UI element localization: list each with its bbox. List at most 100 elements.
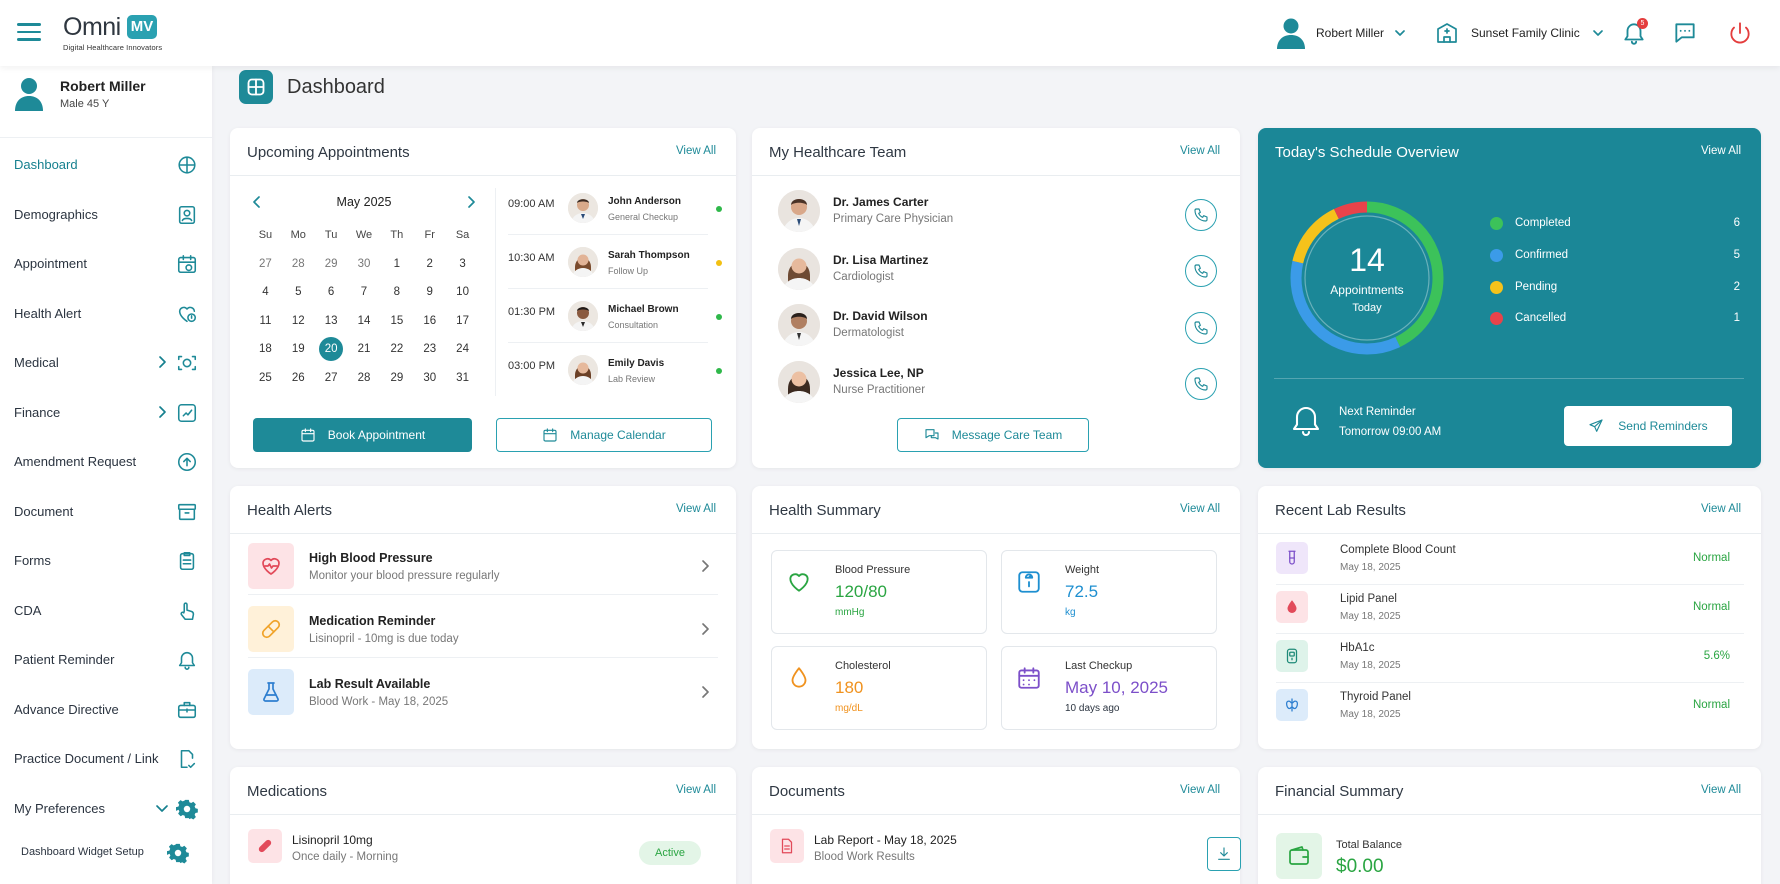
blood-pressure-tile[interactable]: Blood Pressure 120/80 mmHg <box>771 550 987 634</box>
calendar-day[interactable]: 8 <box>380 278 413 307</box>
cholesterol-tile[interactable]: Cholesterol 180 mg/dL <box>771 646 987 730</box>
calendar-day[interactable]: 18 <box>249 335 282 364</box>
calendar-day[interactable]: 10 <box>446 278 479 307</box>
appointment-item[interactable]: 10:30 AM Sarah Thompson Follow Up <box>508 235 722 289</box>
appointment-item[interactable]: 09:00 AM John Anderson General Checkup <box>508 181 722 235</box>
view-all-link[interactable]: View All <box>676 503 716 515</box>
calendar-day[interactable]: 27 <box>315 364 348 393</box>
medication-item[interactable]: Lisinopril 10mg Once daily - Morning Act… <box>248 825 718 871</box>
call-button[interactable] <box>1185 199 1217 231</box>
view-all-link[interactable]: View All <box>1180 145 1220 157</box>
dashboard-widget-setup[interactable]: Dashboard Widget Setup <box>21 843 189 864</box>
manage-calendar-button[interactable]: Manage Calendar <box>496 418 712 452</box>
calendar-day[interactable]: 22 <box>380 335 413 364</box>
user-menu[interactable]: Robert Miller <box>1276 15 1406 51</box>
logout-button[interactable] <box>1727 20 1753 46</box>
lab-result-item[interactable]: Lipid Panel May 18, 2025 Normal <box>1276 585 1744 634</box>
calendar-day[interactable]: 13 <box>315 307 348 336</box>
calendar-day[interactable]: 3 <box>446 250 479 279</box>
weight-tile[interactable]: Weight 72.5 kg <box>1001 550 1217 634</box>
lab-result-item[interactable]: Thyroid Panel May 18, 2025 Normal <box>1276 683 1744 732</box>
calendar-day[interactable]: 9 <box>413 278 446 307</box>
calendar-day[interactable]: 17 <box>446 307 479 336</box>
calendar-day[interactable]: 5 <box>282 278 315 307</box>
calendar-day[interactable]: 11 <box>249 307 282 336</box>
sidebar-item-health-alert[interactable]: Health Alert <box>0 289 212 339</box>
sidebar-item-forms[interactable]: Forms <box>0 536 212 586</box>
calendar-day[interactable]: 29 <box>315 250 348 279</box>
view-all-link[interactable]: View All <box>1180 784 1220 796</box>
calendar-day[interactable]: 31 <box>446 364 479 393</box>
team-member[interactable]: Jessica Lee, NP Nurse Practitioner <box>778 361 1178 407</box>
calendar-day[interactable]: 15 <box>380 307 413 336</box>
sidebar-item-amendment-request[interactable]: Amendment Request <box>0 437 212 487</box>
send-reminders-button[interactable]: Send Reminders <box>1564 406 1732 446</box>
alert-item[interactable]: Medication Reminder Lisinopril - 10mg is… <box>248 604 718 658</box>
sidebar-item-demographics[interactable]: Demographics <box>0 190 212 240</box>
app-logo[interactable]: Omni MV Digital Healthcare Innovators <box>63 14 173 52</box>
calendar-day[interactable]: 6 <box>315 278 348 307</box>
sidebar-item-cda[interactable]: CDA <box>0 586 212 636</box>
menu-icon[interactable] <box>17 23 41 41</box>
calendar-day[interactable]: 20 <box>315 335 348 364</box>
lab-result-item[interactable]: Complete Blood Count May 18, 2025 Normal <box>1276 536 1744 585</box>
view-all-link[interactable]: View All <box>1701 145 1741 157</box>
calendar-day[interactable]: 19 <box>282 335 315 364</box>
calendar-day[interactable]: 12 <box>282 307 315 336</box>
calendar-day[interactable]: 4 <box>249 278 282 307</box>
messages-button[interactable] <box>1672 20 1698 46</box>
document-item[interactable]: Lab Report - May 18, 2025 Blood Work Res… <box>770 825 1241 871</box>
sidebar-item-medical[interactable]: Medical <box>0 338 212 388</box>
calendar-day[interactable]: 26 <box>282 364 315 393</box>
team-member[interactable]: Dr. Lisa Martinez Cardiologist <box>778 248 1178 294</box>
message-care-team-button[interactable]: Message Care Team <box>897 418 1089 452</box>
calendar-day[interactable]: 25 <box>249 364 282 393</box>
calendar-day[interactable]: 7 <box>348 278 381 307</box>
calendar-day[interactable]: 16 <box>413 307 446 336</box>
download-button[interactable] <box>1207 837 1241 871</box>
calendar-day[interactable]: 24 <box>446 335 479 364</box>
calendar-day[interactable]: 30 <box>348 250 381 279</box>
calendar-day[interactable]: 29 <box>380 364 413 393</box>
appointment-item[interactable]: 01:30 PM Michael Brown Consultation <box>508 289 722 343</box>
appointment-item[interactable]: 03:00 PM Emily Davis Lab Review <box>508 343 722 397</box>
alert-item[interactable]: Lab Result Available Blood Work - May 18… <box>248 667 718 721</box>
calendar-day[interactable]: 2 <box>413 250 446 279</box>
calendar-day[interactable]: 21 <box>348 335 381 364</box>
lab-result-item[interactable]: HbA1c May 18, 2025 5.6% <box>1276 634 1744 683</box>
sidebar-item-my-preferences[interactable]: My Preferences <box>0 784 212 834</box>
team-member[interactable]: Dr. James Carter Primary Care Physician <box>778 190 1178 236</box>
calendar-day[interactable]: 27 <box>249 250 282 279</box>
calendar-day[interactable]: 28 <box>282 250 315 279</box>
calendar-day[interactable]: 30 <box>413 364 446 393</box>
calendar-day[interactable]: 23 <box>413 335 446 364</box>
notifications-button[interactable]: 5 <box>1621 18 1648 46</box>
chevron-left-icon[interactable] <box>249 194 265 210</box>
last-checkup-tile[interactable]: Last Checkup May 10, 2025 10 days ago <box>1001 646 1217 730</box>
calendar-day[interactable]: 1 <box>380 250 413 279</box>
team-member[interactable]: Dr. David Wilson Dermatologist <box>778 304 1178 350</box>
sidebar-item-practice-document-link[interactable]: Practice Document / Link <box>0 734 212 784</box>
clinic-selector[interactable]: Sunset Family Clinic <box>1435 18 1604 48</box>
sidebar-item-document[interactable]: Document <box>0 487 212 537</box>
sidebar-item-advance-directive[interactable]: Advance Directive <box>0 685 212 735</box>
view-all-link[interactable]: View All <box>1180 503 1220 515</box>
view-all-link[interactable]: View All <box>676 145 716 157</box>
call-button[interactable] <box>1185 368 1217 400</box>
view-all-link[interactable]: View All <box>1701 503 1741 515</box>
call-button[interactable] <box>1185 255 1217 287</box>
book-appointment-button[interactable]: Book Appointment <box>253 418 472 452</box>
chevron-right-icon[interactable] <box>463 194 479 210</box>
calendar-day[interactable]: 28 <box>348 364 381 393</box>
calendar-day[interactable]: 14 <box>348 307 381 336</box>
call-button[interactable] <box>1185 312 1217 344</box>
sidebar-item-dashboard[interactable]: Dashboard <box>0 140 212 190</box>
sidebar-item-finance[interactable]: Finance <box>0 388 212 438</box>
sidebar-item-appointment[interactable]: Appointment <box>0 239 212 289</box>
view-all-link[interactable]: View All <box>676 784 716 796</box>
calendar-grid: Su Mo Tu We Th Fr Sa 27 28 29 30 1 2 3 4 5 6 7 8 9 10 11 12 13 1… <box>249 221 479 392</box>
alert-item[interactable]: High Blood Pressure Monitor your blood p… <box>248 541 718 595</box>
sidebar-profile[interactable]: Robert Miller Male 45 Y <box>14 77 146 111</box>
view-all-link[interactable]: View All <box>1701 784 1741 796</box>
sidebar-item-patient-reminder[interactable]: Patient Reminder <box>0 635 212 685</box>
